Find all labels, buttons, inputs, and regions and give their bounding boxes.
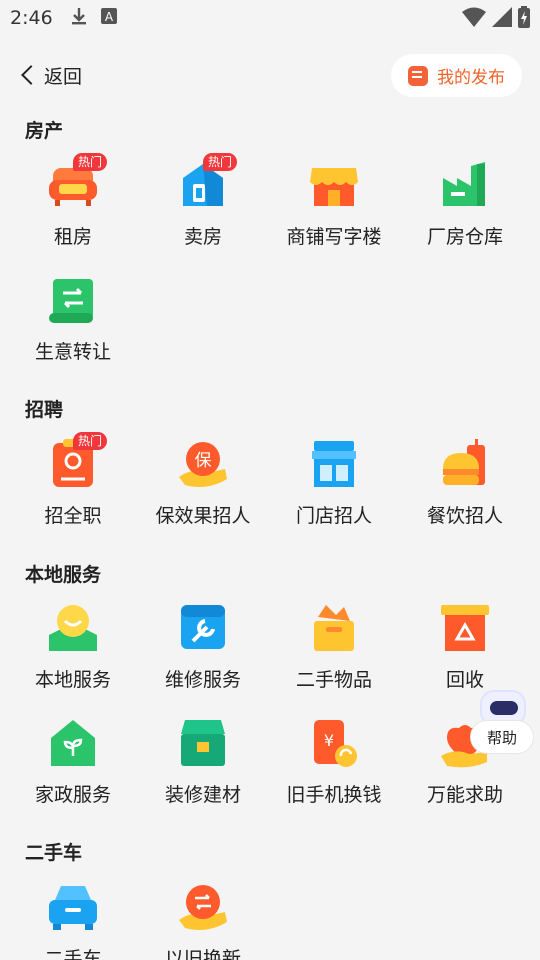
battery-charging-icon <box>518 6 530 33</box>
category-label: 二手车 <box>44 948 102 960</box>
house-icon: 热门 <box>177 153 238 212</box>
category-label: 餐饮招人 <box>426 505 503 527</box>
hot-badge: 热门 <box>73 432 108 450</box>
status-time: 2:46 <box>10 7 53 29</box>
category-housekeeping[interactable]: 家政服务 <box>8 718 138 828</box>
category-label: 保效果招人 <box>155 505 251 527</box>
sofa-icon: 热门 <box>47 153 108 212</box>
wrench-icon <box>177 603 229 655</box>
hot-badge: 热门 <box>73 153 108 171</box>
category-second-hand-goods[interactable]: 二手物品 <box>269 603 399 713</box>
category-label: 商铺写字楼 <box>286 226 382 248</box>
category-sell-house[interactable]: 热门 卖房 <box>138 153 268 270</box>
signal-icon <box>492 7 512 32</box>
shop-icon <box>308 160 360 212</box>
category-factory-warehouse[interactable]: 厂房仓库 <box>400 160 530 270</box>
category-label: 门店招人 <box>295 505 372 527</box>
guarantee-icon: 保 <box>177 439 229 491</box>
back-button[interactable]: 返回 <box>20 60 82 90</box>
hot-badge: 热门 <box>203 153 238 171</box>
category-business-transfer[interactable]: 生意转让 <box>8 275 138 385</box>
category-label: 家政服务 <box>34 784 111 806</box>
employee-badge-icon: 热门 <box>47 432 108 491</box>
map-pin-icon <box>47 603 99 655</box>
car-icon <box>47 882 99 934</box>
toolbox-icon <box>177 718 229 770</box>
category-label: 厂房仓库 <box>426 226 503 248</box>
section-title-real-estate: 房产 <box>25 120 64 142</box>
svg-text:保: 保 <box>195 451 212 471</box>
burger-icon <box>439 439 491 491</box>
category-local-service[interactable]: 本地服务 <box>8 603 138 713</box>
box-icon <box>308 603 360 655</box>
phone-cash-icon: ¥ <box>308 718 360 770</box>
help-label: 帮助 <box>470 720 534 754</box>
trade-in-icon <box>177 882 229 934</box>
back-label: 返回 <box>44 65 83 88</box>
transfer-icon <box>47 275 99 327</box>
edit-note-icon <box>408 65 428 86</box>
category-label: 旧手机换钱 <box>286 784 382 806</box>
chevron-left-icon <box>21 65 41 85</box>
svg-text:A: A <box>105 10 114 24</box>
section-title-recruitment: 招聘 <box>25 399 64 421</box>
my-posts-label: 我的发布 <box>437 68 505 88</box>
notification-a-icon: A <box>100 7 117 29</box>
my-posts-button[interactable]: 我的发布 <box>391 54 522 97</box>
category-label: 以旧换新 <box>164 948 241 960</box>
recycle-icon <box>439 603 491 655</box>
category-label: 生意转让 <box>34 341 111 363</box>
section-title-used-cars: 二手车 <box>25 842 83 864</box>
store-icon <box>308 439 360 491</box>
factory-icon <box>439 160 491 212</box>
category-used-car[interactable]: 二手车 <box>8 882 138 960</box>
category-trade-in[interactable]: 以旧换新 <box>138 882 268 960</box>
download-icon <box>71 7 87 30</box>
category-label: 二手物品 <box>295 669 372 691</box>
help-floating-button[interactable]: 帮助 <box>470 690 540 756</box>
category-label: 万能求助 <box>426 784 503 806</box>
category-restaurant-hiring[interactable]: 餐饮招人 <box>400 439 530 549</box>
wifi-icon <box>462 7 486 32</box>
category-label: 本地服务 <box>34 669 111 691</box>
category-label: 回收 <box>445 669 484 691</box>
category-store-hiring[interactable]: 门店招人 <box>269 439 399 549</box>
category-label: 维修服务 <box>164 669 241 691</box>
section-title-local-services: 本地服务 <box>25 564 102 586</box>
category-label: 招全职 <box>44 505 102 527</box>
home-care-icon <box>47 718 99 770</box>
svg-text:¥: ¥ <box>324 731 334 750</box>
category-old-phone-cash[interactable]: ¥ 旧手机换钱 <box>269 718 399 828</box>
category-repair-service[interactable]: 维修服务 <box>138 603 268 713</box>
category-label: 租房 <box>53 226 92 248</box>
category-renovation-materials[interactable]: 装修建材 <box>138 718 268 828</box>
category-fulltime-hiring[interactable]: 热门 招全职 <box>8 432 138 549</box>
category-rent[interactable]: 热门 租房 <box>8 153 138 270</box>
category-label: 装修建材 <box>164 784 241 806</box>
status-bar: 2:46 A <box>0 0 540 36</box>
category-shop-office[interactable]: 商铺写字楼 <box>269 160 399 270</box>
category-label: 卖房 <box>183 226 222 248</box>
category-guaranteed-hiring[interactable]: 保 保效果招人 <box>138 439 268 549</box>
